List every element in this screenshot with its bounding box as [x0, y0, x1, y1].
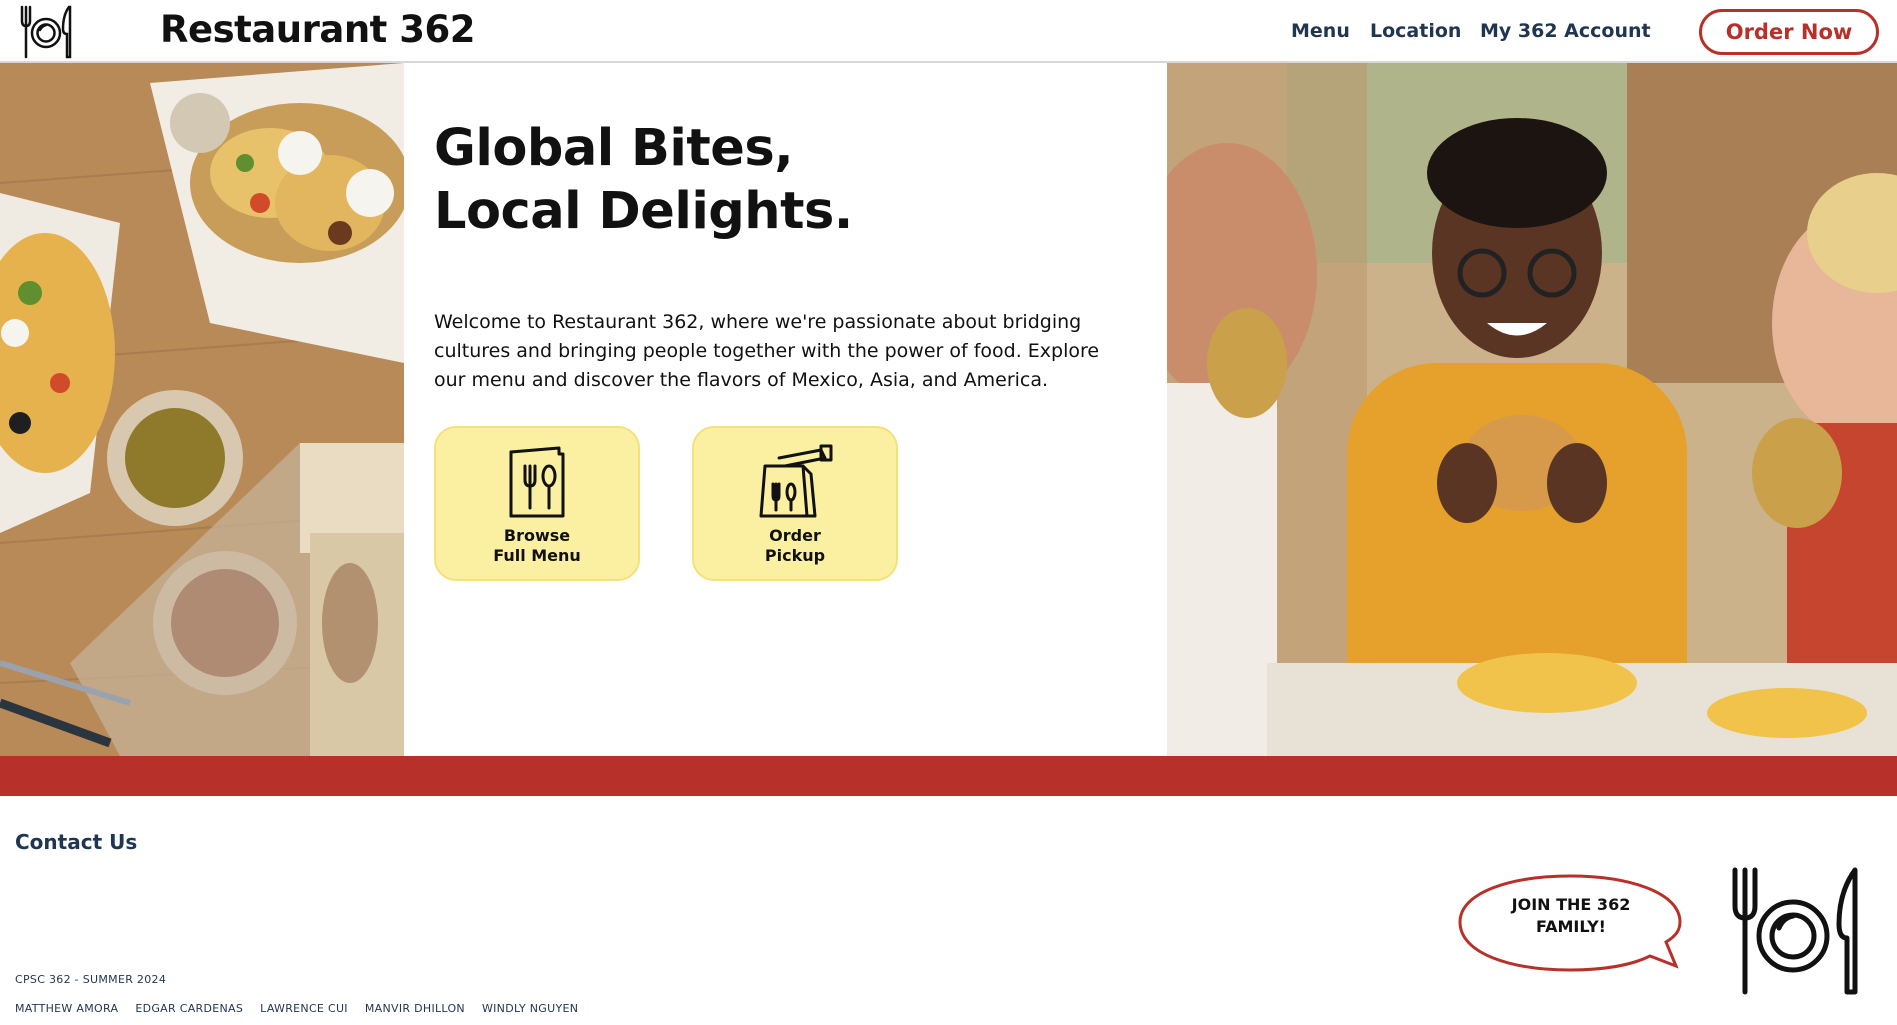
- join-family-link[interactable]: JOIN THE 362 FAMILY!: [1471, 894, 1671, 938]
- order-now-button[interactable]: Order Now: [1699, 9, 1879, 55]
- team-member: EDGAR CARDENAS: [135, 1002, 244, 1015]
- browse-menu-label: Browse Full Menu: [493, 526, 581, 565]
- nav-menu-link[interactable]: Menu: [1291, 20, 1350, 42]
- team-member: WINDLY NGUYEN: [481, 1002, 579, 1015]
- team-member: MATTHEW AMORA: [15, 1002, 119, 1015]
- food-photo: [0, 63, 404, 756]
- course-label: CPSC 362 - SUMMER 2024: [15, 973, 167, 986]
- accent-band: [0, 756, 1897, 796]
- hero-section: Global Bites, Local Delights. Welcome to…: [0, 63, 1897, 756]
- team-member: LAWRENCE CUI: [260, 1002, 348, 1015]
- contact-us-heading[interactable]: Contact Us: [15, 830, 137, 854]
- plate-fork-knife-icon[interactable]: [18, 3, 74, 59]
- team-member: MANVIR DHILLON: [364, 1002, 465, 1015]
- hero-content: Global Bites, Local Delights. Welcome to…: [404, 63, 1167, 756]
- headline-line-1: Global Bites,: [434, 119, 794, 178]
- site-footer: Contact Us CPSC 362 - SUMMER 2024 MATTHE…: [0, 796, 1897, 1025]
- takeout-bag-icon: [759, 444, 833, 518]
- team-names: MATTHEW AMORA EDGAR CARDENAS LAWRENCE CU…: [15, 1002, 595, 1015]
- brand-title[interactable]: Restaurant 362: [160, 8, 475, 51]
- order-pickup-label: Order Pickup: [764, 526, 826, 565]
- hero-headline: Global Bites, Local Delights.: [434, 117, 853, 243]
- site-header: Restaurant 362 Menu Location My 362 Acco…: [0, 0, 1897, 63]
- nav-location-link[interactable]: Location: [1370, 20, 1461, 42]
- nav-account-link[interactable]: My 362 Account: [1480, 20, 1651, 42]
- menu-book-icon: [509, 446, 565, 518]
- browse-menu-button[interactable]: Browse Full Menu: [434, 426, 640, 581]
- plate-fork-knife-icon: [1732, 867, 1858, 995]
- hero-intro: Welcome to Restaurant 362, where we're p…: [434, 311, 1100, 391]
- order-pickup-button[interactable]: Order Pickup: [692, 426, 898, 581]
- people-eating-photo: [1167, 63, 1897, 756]
- headline-line-2: Local Delights.: [434, 182, 853, 241]
